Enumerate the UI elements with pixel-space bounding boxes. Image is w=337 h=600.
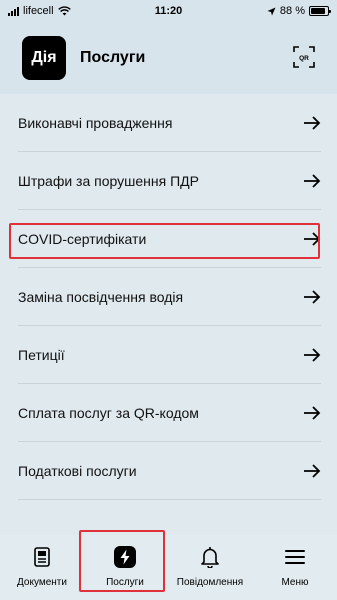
service-item-license-replacement[interactable]: Заміна посвідчення водія bbox=[18, 268, 321, 326]
arrow-right-icon bbox=[304, 405, 321, 420]
service-item-qr-payment[interactable]: Сплата послуг за QR-кодом bbox=[18, 384, 321, 442]
arrow-right-icon bbox=[304, 115, 321, 130]
svg-text:QR: QR bbox=[299, 55, 309, 62]
carrier-name: lifecell bbox=[23, 5, 54, 17]
qr-scan-button[interactable]: QR bbox=[293, 46, 315, 68]
hamburger-icon bbox=[284, 545, 306, 569]
document-icon bbox=[31, 545, 53, 569]
status-left: lifecell bbox=[8, 5, 71, 17]
service-item-enforcement[interactable]: Виконавчі провадження bbox=[18, 94, 321, 152]
tab-label: Меню bbox=[281, 577, 309, 588]
service-label: Податкові послуги bbox=[18, 462, 137, 479]
bottom-tab-bar: Документи Послуги Повідомлення Меню bbox=[0, 535, 337, 600]
status-bar: lifecell 11:20 88 % bbox=[0, 0, 337, 22]
tab-label: Документи bbox=[17, 577, 67, 588]
service-label: Заміна посвідчення водія bbox=[18, 288, 184, 305]
service-label: Сплата послуг за QR-кодом bbox=[18, 404, 199, 421]
location-arrow-icon bbox=[267, 7, 276, 15]
qr-code-icon: QR bbox=[293, 46, 315, 68]
services-tab-highlight-box bbox=[79, 530, 165, 592]
battery-icon bbox=[309, 6, 331, 16]
service-item-petitions[interactable]: Петиції bbox=[18, 326, 321, 384]
status-right: 88 % bbox=[267, 5, 331, 17]
service-label: Петиції bbox=[18, 346, 65, 363]
wifi-icon bbox=[57, 6, 71, 16]
tab-notifications[interactable]: Повідомлення bbox=[174, 545, 246, 595]
signal-strength-icon bbox=[8, 6, 19, 16]
tab-label: Повідомлення bbox=[176, 577, 244, 588]
arrow-right-icon bbox=[304, 347, 321, 362]
arrow-right-icon bbox=[304, 173, 321, 188]
tab-documents[interactable]: Документи bbox=[6, 545, 78, 595]
tab-menu[interactable]: Меню bbox=[259, 545, 331, 595]
covid-highlight-box bbox=[9, 223, 320, 259]
page-title: Послуги bbox=[80, 49, 146, 66]
battery-percent: 88 % bbox=[279, 5, 305, 17]
arrow-right-icon bbox=[304, 289, 321, 304]
battery-level bbox=[311, 8, 326, 14]
arrow-right-icon bbox=[304, 463, 321, 478]
service-item-traffic-fines[interactable]: Штрафи за порушення ПДР bbox=[18, 152, 321, 210]
service-label: Штрафи за порушення ПДР bbox=[18, 172, 199, 189]
service-label: Виконавчі провадження bbox=[18, 114, 173, 131]
diia-logo: Дія bbox=[22, 36, 66, 80]
service-item-tax-services[interactable]: Податкові послуги bbox=[18, 442, 321, 500]
bell-icon bbox=[199, 545, 221, 569]
app-header: Дія Послуги QR bbox=[0, 22, 337, 94]
